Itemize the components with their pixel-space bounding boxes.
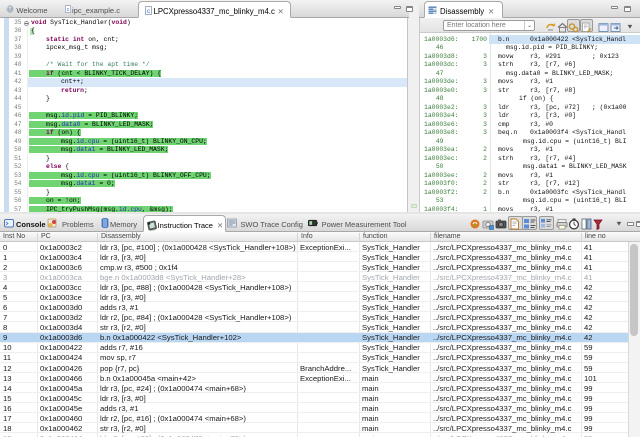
svg-text:c: c xyxy=(66,7,69,13)
